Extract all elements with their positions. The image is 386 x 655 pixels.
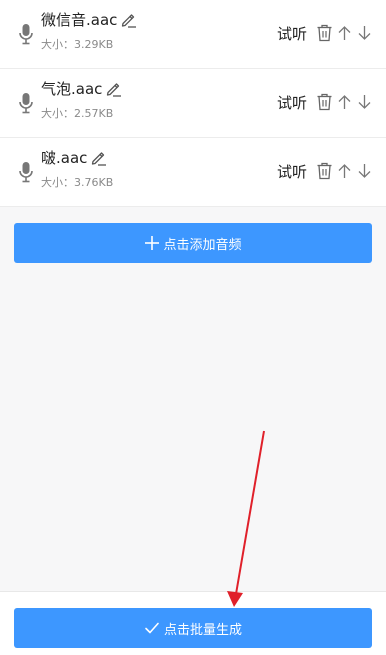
file-size: 大小：3.29KB [41,38,114,51]
file-size: 大小：3.76KB [41,176,114,189]
listen-button[interactable]: 试听 [277,23,307,44]
file-name: 气泡.aac [41,79,103,98]
microphone-icon [19,24,33,45]
trash-icon[interactable] [316,162,333,180]
arrow-down-icon[interactable] [356,162,373,180]
listen-button[interactable]: 试听 [277,92,307,113]
check-icon [145,622,159,634]
trash-icon[interactable] [316,24,333,42]
arrow-up-icon[interactable] [336,24,353,42]
file-name: 啵.aac [41,148,88,167]
file-item: 啵.aac 大小：3.76KB 试听 [0,138,386,207]
microphone-icon [19,93,33,114]
file-name: 微信音.aac [41,10,118,29]
add-audio-label: 点击添加音频 [163,237,242,253]
trash-icon[interactable] [316,93,333,111]
file-name-row: 微信音.aac [41,8,137,30]
batch-generate-label: 点击批量生成 [163,622,242,638]
file-item: 微信音.aac 大小：3.29KB 试听 [0,0,386,69]
add-audio-button[interactable]: 点击添加音频 [14,223,372,263]
audio-file-list: 微信音.aac 大小：3.29KB 试听 气泡.aac 大小：2.57KB 试听… [0,0,386,207]
arrow-down-icon[interactable] [356,24,373,42]
file-name-row: 气泡.aac [41,77,122,99]
file-size: 大小：2.57KB [41,107,114,120]
file-actions: 试听 [277,22,373,44]
edit-pencil-icon[interactable] [90,149,107,166]
file-item: 气泡.aac 大小：2.57KB 试听 [0,69,386,138]
edit-pencil-icon[interactable] [120,11,137,28]
file-name-row: 啵.aac [41,146,107,168]
edit-pencil-icon[interactable] [105,80,122,97]
microphone-icon [19,162,33,183]
arrow-down-icon[interactable] [356,93,373,111]
plus-icon [145,236,160,250]
file-actions: 试听 [277,160,373,182]
file-actions: 试听 [277,91,373,113]
arrow-up-icon[interactable] [336,162,353,180]
batch-generate-button[interactable]: 点击批量生成 [14,608,372,648]
listen-button[interactable]: 试听 [277,161,307,182]
arrow-up-icon[interactable] [336,93,353,111]
